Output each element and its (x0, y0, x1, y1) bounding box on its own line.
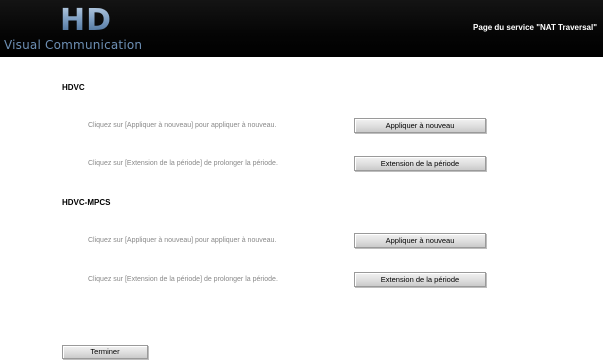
page-title: Page du service "NAT Traversal" (473, 23, 597, 32)
header-bar: HD Visual Communication Page du service … (0, 0, 603, 57)
reapply-button-mpcs[interactable]: Appliquer à nouveau (354, 233, 486, 248)
extend-period-button-hdvc[interactable]: Extension de la période (354, 156, 486, 171)
instruction-reapply-hdvc: Cliquez sur [Appliquer à nouveau] pour a… (88, 122, 277, 129)
reapply-button-hdvc[interactable]: Appliquer à nouveau (354, 118, 486, 133)
hd-logo: HD (60, 3, 113, 38)
instruction-extend-mpcs: Cliquez sur [Extension de la période] de… (88, 276, 278, 283)
logo-subtitle: Visual Communication (4, 38, 143, 52)
section-title-hdvc-mpcs: HDVC-MPCS (62, 198, 111, 207)
finish-button[interactable]: Terminer (62, 345, 148, 359)
section-title-hdvc: HDVC (62, 83, 85, 92)
instruction-reapply-mpcs: Cliquez sur [Appliquer à nouveau] pour a… (88, 237, 277, 244)
instruction-extend-hdvc: Cliquez sur [Extension de la période] de… (88, 160, 278, 167)
extend-period-button-mpcs[interactable]: Extension de la période (354, 272, 486, 287)
